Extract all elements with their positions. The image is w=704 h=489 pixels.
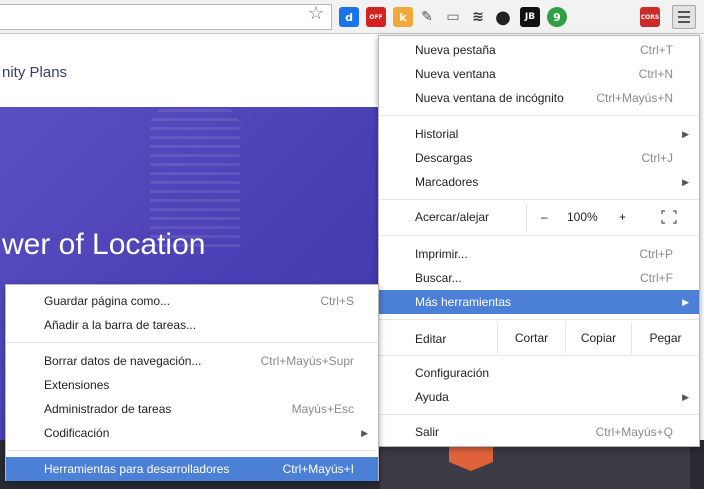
cookie-off-icon[interactable]: OFF <box>366 7 386 27</box>
menu-item-print[interactable]: Imprimir... Ctrl+P <box>379 242 699 266</box>
menu-divider <box>6 342 378 343</box>
zoom-controls: – 100% + <box>526 203 700 233</box>
color-picker-icon[interactable]: ● <box>493 7 513 28</box>
evernote-icon[interactable]: 9 <box>547 7 567 27</box>
chrome-menu-button[interactable] <box>672 5 696 29</box>
menu-divider <box>379 235 699 236</box>
menu-item-more-tools[interactable]: Más herramientas ▶ <box>379 290 699 314</box>
cut-button[interactable]: Cortar <box>497 322 565 354</box>
menu-divider <box>379 355 699 356</box>
chevron-right-icon: ▶ <box>682 392 689 402</box>
k-extension-icon[interactable]: k <box>393 7 413 27</box>
submenu-item-extensions[interactable]: Extensiones <box>6 373 378 397</box>
zoom-in-button[interactable]: + <box>619 210 626 224</box>
site-nav-text[interactable]: nity Plans <box>2 64 67 81</box>
bookmark-star-icon[interactable]: ☆ <box>306 4 326 22</box>
menu-divider <box>379 414 699 415</box>
menu-divider <box>6 450 378 451</box>
more-tools-submenu: Guardar página como... Ctrl+S Añadir a la… <box>5 284 379 481</box>
zoom-row: Acercar/alejar – 100% + <box>379 203 699 233</box>
submenu-item-clear-browsing-data[interactable]: Borrar datos de navegación... Ctrl+Mayús+… <box>6 349 378 373</box>
cors-icon[interactable]: CORS <box>640 7 660 27</box>
menu-item-history[interactable]: Historial ▶ <box>379 122 699 146</box>
chevron-right-icon: ▶ <box>361 428 368 438</box>
edit-row: Editar Cortar Copiar Pegar <box>379 322 699 354</box>
chevron-right-icon: ▶ <box>682 129 689 139</box>
chevron-right-icon: ▶ <box>682 297 689 307</box>
menu-item-new-tab[interactable]: Nueva pestaña Ctrl+T <box>379 38 699 62</box>
menu-item-exit[interactable]: Salir Ctrl+Mayús+Q <box>379 420 699 444</box>
dashlane-icon[interactable]: d <box>339 7 359 27</box>
cast-icon[interactable]: ▭ <box>443 7 463 27</box>
menu-divider <box>379 115 699 116</box>
menu-item-settings[interactable]: Configuración <box>379 361 699 385</box>
menu-item-new-window[interactable]: Nueva ventana Ctrl+N <box>379 62 699 86</box>
hero-title: wer of Location <box>2 228 206 261</box>
submenu-item-save-page[interactable]: Guardar página como... Ctrl+S <box>6 289 378 313</box>
address-bar[interactable] <box>0 4 332 30</box>
submenu-item-task-manager[interactable]: Administrador de tareas Mayús+Esc <box>6 397 378 421</box>
menu-divider <box>379 319 699 320</box>
zoom-level: 100% <box>567 210 598 224</box>
hamburger-icon <box>678 11 690 13</box>
map-strip <box>380 440 690 489</box>
jb-icon[interactable]: JB <box>520 7 540 27</box>
zoom-label: Acercar/alejar <box>415 210 490 224</box>
chevron-right-icon: ▶ <box>682 177 689 187</box>
building-image <box>150 107 240 247</box>
edit-label: Editar <box>415 332 447 346</box>
menu-item-find[interactable]: Buscar... Ctrl+F <box>379 266 699 290</box>
submenu-item-add-to-taskbar[interactable]: Añadir a la barra de tareas... <box>6 313 378 337</box>
zoom-out-button[interactable]: – <box>541 210 548 224</box>
browser-toolbar: ☆ d OFF k ✎ ▭ ≋ ● JB 9 CORS <box>0 0 704 34</box>
layers-icon[interactable]: ≋ <box>468 7 488 27</box>
copy-button[interactable]: Copiar <box>565 322 631 354</box>
paste-button[interactable]: Pegar <box>631 322 699 354</box>
menu-divider <box>379 199 699 200</box>
menu-item-bookmarks[interactable]: Marcadores ▶ <box>379 170 699 194</box>
menu-item-help[interactable]: Ayuda ▶ <box>379 385 699 409</box>
submenu-item-encoding[interactable]: Codificación ▶ <box>6 421 378 445</box>
pencil-icon[interactable]: ✎ <box>417 7 437 27</box>
submenu-item-developer-tools[interactable]: Herramientas para desarrolladores Ctrl+Ma… <box>6 457 378 481</box>
fullscreen-icon[interactable] <box>661 210 677 224</box>
chrome-main-menu: Nueva pestaña Ctrl+T Nueva ventana Ctrl+N … <box>378 35 700 447</box>
menu-item-incognito[interactable]: Nueva ventana de incógnito Ctrl+Mayús+N <box>379 86 699 110</box>
menu-item-downloads[interactable]: Descargas Ctrl+J <box>379 146 699 170</box>
